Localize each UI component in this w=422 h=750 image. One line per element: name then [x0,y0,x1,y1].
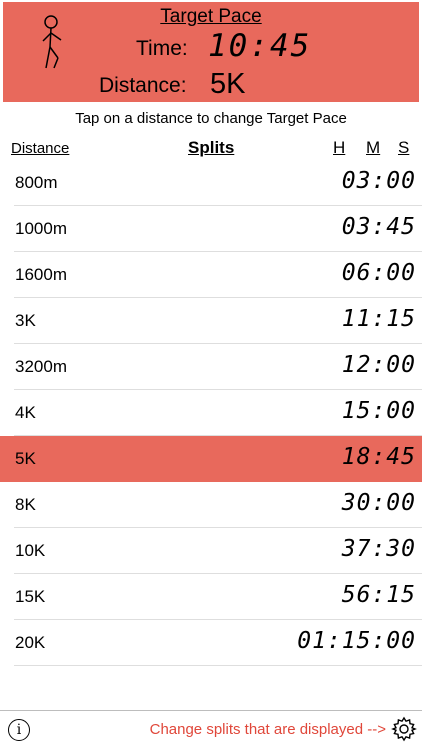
distance-label: Distance: [99,74,187,97]
split-row[interactable]: 8K 30:00 [0,482,422,528]
footer-divider [0,710,422,711]
split-time: 56:15 [341,582,416,608]
split-row[interactable]: 10K 37:30 [0,528,422,574]
column-header-splits: Splits [188,138,235,157]
target-time-value: 10:45 [208,28,312,64]
gear-icon[interactable] [391,716,417,742]
split-row[interactable]: 1600m 06:00 [0,252,422,298]
split-distance: 3200m [15,357,67,376]
target-distance-value: 5K [210,68,246,100]
split-time: 12:00 [341,352,416,378]
splits-list: 800m 03:00 1000m 03:45 1600m 06:00 3K 11:15 … [0,160,422,666]
time-label: Time: [136,37,188,60]
split-distance: 800m [15,173,58,192]
column-header-minutes: M [366,138,381,157]
split-time: 37:30 [341,536,416,562]
split-row[interactable]: 4K 15:00 [0,390,422,436]
target-pace-header[interactable]: Target Pace Time: 10:45 Distance: 5K [3,2,419,102]
info-icon[interactable]: i [8,719,30,741]
split-row[interactable]: 3K 11:15 [0,298,422,344]
split-time: 30:00 [341,490,416,516]
split-time: 03:00 [341,168,416,194]
split-distance: 15K [15,587,46,606]
column-header-seconds: S [398,138,410,157]
split-distance: 4K [15,403,36,422]
split-row[interactable]: 15K 56:15 [0,574,422,620]
split-distance: 1600m [15,265,67,284]
column-header-hours: H [333,138,346,157]
split-distance: 1000m [15,219,67,238]
instruction-text: Tap on a distance to change Target Pace [75,110,347,127]
page-title: Target Pace [160,6,262,27]
split-time: 15:00 [341,398,416,424]
split-row[interactable]: 800m 03:00 [0,160,422,206]
split-distance: 10K [15,541,46,560]
split-distance: 5K [15,449,36,468]
split-row-selected[interactable]: 5K 18:45 [0,436,422,482]
split-time: 03:45 [341,214,416,240]
column-header-distance: Distance [11,140,70,157]
split-distance: 20K [15,633,46,652]
split-time: 01:15:00 [297,628,416,654]
split-distance: 8K [15,495,36,514]
split-time: 18:45 [341,444,416,470]
row-divider [14,665,422,666]
change-splits-link[interactable]: Change splits that are displayed --> [150,721,386,738]
split-row[interactable]: 20K 01:15:00 [0,620,422,666]
split-row[interactable]: 3200m 12:00 [0,344,422,390]
split-time: 06:00 [341,260,416,286]
split-time: 11:15 [341,306,416,332]
split-row[interactable]: 1000m 03:45 [0,206,422,252]
split-distance: 3K [15,311,36,330]
